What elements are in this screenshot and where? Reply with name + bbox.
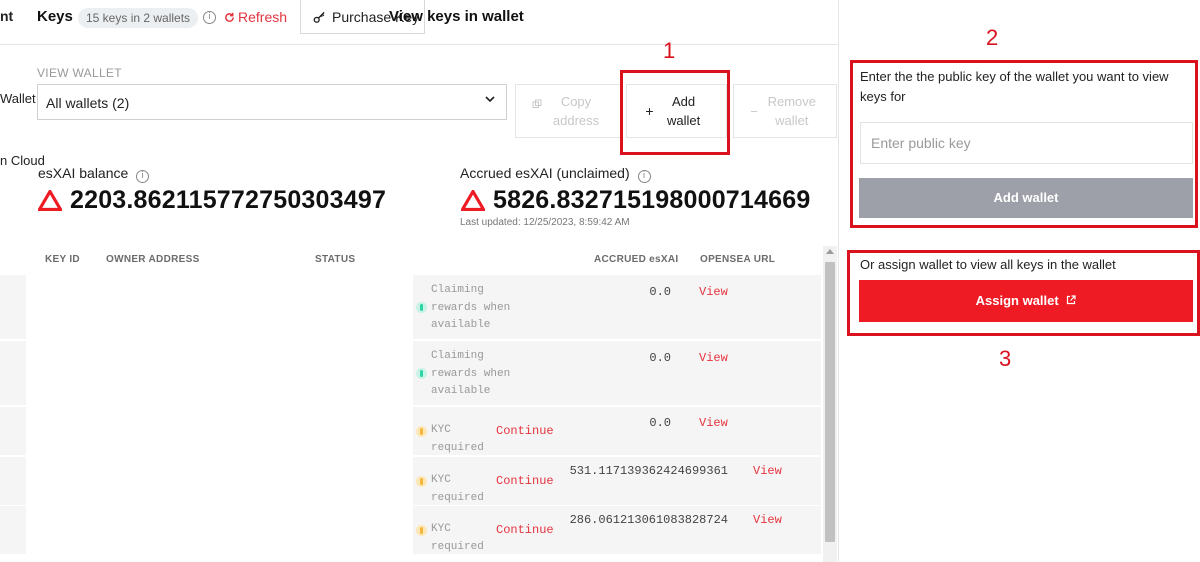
info-icon[interactable]: i — [136, 170, 150, 183]
table-row — [0, 275, 821, 339]
remove-wallet-label: Remove wallet — [767, 94, 816, 128]
annotation-number-1: 1 — [663, 38, 676, 63]
wallet-select-value: All wallets (2) — [46, 95, 130, 111]
row-left-cells — [26, 407, 413, 455]
annotation-number-2: 2 — [986, 25, 999, 50]
col-header-owner: OWNER ADDRESS — [106, 254, 200, 265]
claiming-status-icon — [416, 302, 427, 313]
accrued-value: 531.117139362424699361 — [569, 464, 728, 478]
panel-divider — [838, 0, 839, 562]
accrued-value: 0.0 — [649, 416, 671, 430]
row-left-cells — [26, 506, 413, 554]
status-text: KYC required — [431, 472, 484, 507]
opensea-view-link[interactable]: View — [699, 285, 728, 299]
refresh-icon — [225, 12, 234, 22]
keys-count-badge: 15 keys in 2 wallets — [78, 8, 199, 28]
esxai-balance-label: esXAI balance i — [38, 165, 150, 183]
accrued-value: 0.0 — [649, 351, 671, 365]
kyc-continue-link[interactable]: Continue — [496, 474, 554, 488]
remove-wallet-button[interactable]: − Remove wallet — [733, 84, 837, 138]
annotation-box-1 — [620, 70, 730, 155]
kyc-pending-icon — [416, 525, 427, 536]
status-line: required — [431, 441, 484, 454]
esxai-balance-value: 2203.862115772750303497 — [70, 186, 387, 214]
chevron-down-icon — [485, 96, 495, 103]
status-text: Claiming rewards when available — [431, 348, 510, 401]
key-icon — [313, 11, 325, 23]
xai-logo-icon — [461, 190, 485, 211]
status-line: Claiming — [431, 350, 484, 362]
status-line: KYC — [431, 523, 451, 535]
copy-address-button[interactable]: Copy address — [515, 84, 621, 138]
refresh-button[interactable]: Refresh — [224, 9, 287, 25]
xai-logo-icon — [38, 190, 62, 211]
status-line: required — [431, 540, 484, 553]
opensea-view-link[interactable]: View — [699, 351, 728, 365]
accrued-esxai-value: 5826.832715198000714669 — [493, 186, 811, 214]
wallet-select[interactable]: All wallets (2) — [37, 84, 507, 120]
status-text: KYC required — [431, 422, 484, 457]
kyc-continue-link[interactable]: Continue — [496, 424, 554, 438]
refresh-label: Refresh — [238, 9, 288, 25]
copy-address-label: Copy address — [552, 94, 600, 128]
status-line: KYC — [431, 424, 451, 436]
annotation-number-3: 3 — [999, 346, 1012, 371]
status-text: KYC required — [431, 521, 484, 556]
table-row — [0, 407, 821, 455]
status-text: Claiming rewards when available — [431, 282, 510, 335]
status-line: available — [431, 319, 491, 331]
row-left-cells — [26, 275, 413, 339]
status-line: rewards when — [431, 301, 511, 314]
col-header-status: STATUS — [315, 254, 356, 265]
last-updated-text: Last updated: 12/25/2023, 8:59:42 AM — [460, 217, 630, 228]
annotation-box-3 — [847, 250, 1200, 336]
accrued-value: 286.061213061083828724 — [569, 513, 728, 527]
modal-title: View keys in wallet — [389, 8, 524, 25]
info-icon[interactable]: i — [637, 170, 651, 183]
col-header-accrued: ACCRUED esXAI — [594, 254, 679, 265]
status-line: Claiming — [431, 284, 484, 296]
row-left-cells — [26, 457, 413, 505]
opensea-view-link[interactable]: View — [699, 416, 728, 430]
copy-icon — [532, 99, 542, 108]
opensea-view-link[interactable]: View — [753, 464, 782, 478]
col-header-key-id: KEY ID — [45, 254, 80, 265]
minus-icon: − — [750, 103, 758, 119]
row-left-cells — [26, 341, 413, 405]
info-icon[interactable]: i — [203, 11, 216, 24]
scroll-up-arrow[interactable] — [826, 249, 834, 254]
opensea-view-link[interactable]: View — [753, 513, 782, 527]
col-header-opensea: OPENSEA URL — [700, 254, 776, 265]
scroll-thumb[interactable] — [825, 262, 835, 542]
page-title: Keys — [37, 8, 73, 25]
accrued-esxai-label: Accrued esXAI (unclaimed) i — [460, 165, 651, 183]
status-line: available — [431, 385, 491, 397]
view-wallet-label: VIEW WALLET — [37, 66, 122, 80]
sidebar-item-wallet[interactable]: Wallet — [0, 91, 36, 106]
sidebar-item-partial[interactable]: nt — [0, 8, 13, 24]
claiming-status-icon — [416, 368, 427, 379]
status-line: KYC — [431, 474, 451, 486]
kyc-pending-icon — [416, 476, 427, 487]
status-line: rewards when — [431, 367, 511, 380]
header-divider — [0, 44, 838, 45]
accrued-value: 0.0 — [649, 285, 671, 299]
status-line: required — [431, 491, 484, 504]
annotation-box-2 — [850, 60, 1198, 228]
kyc-pending-icon — [416, 426, 427, 437]
table-row — [0, 341, 821, 405]
kyc-continue-link[interactable]: Continue — [496, 523, 554, 537]
